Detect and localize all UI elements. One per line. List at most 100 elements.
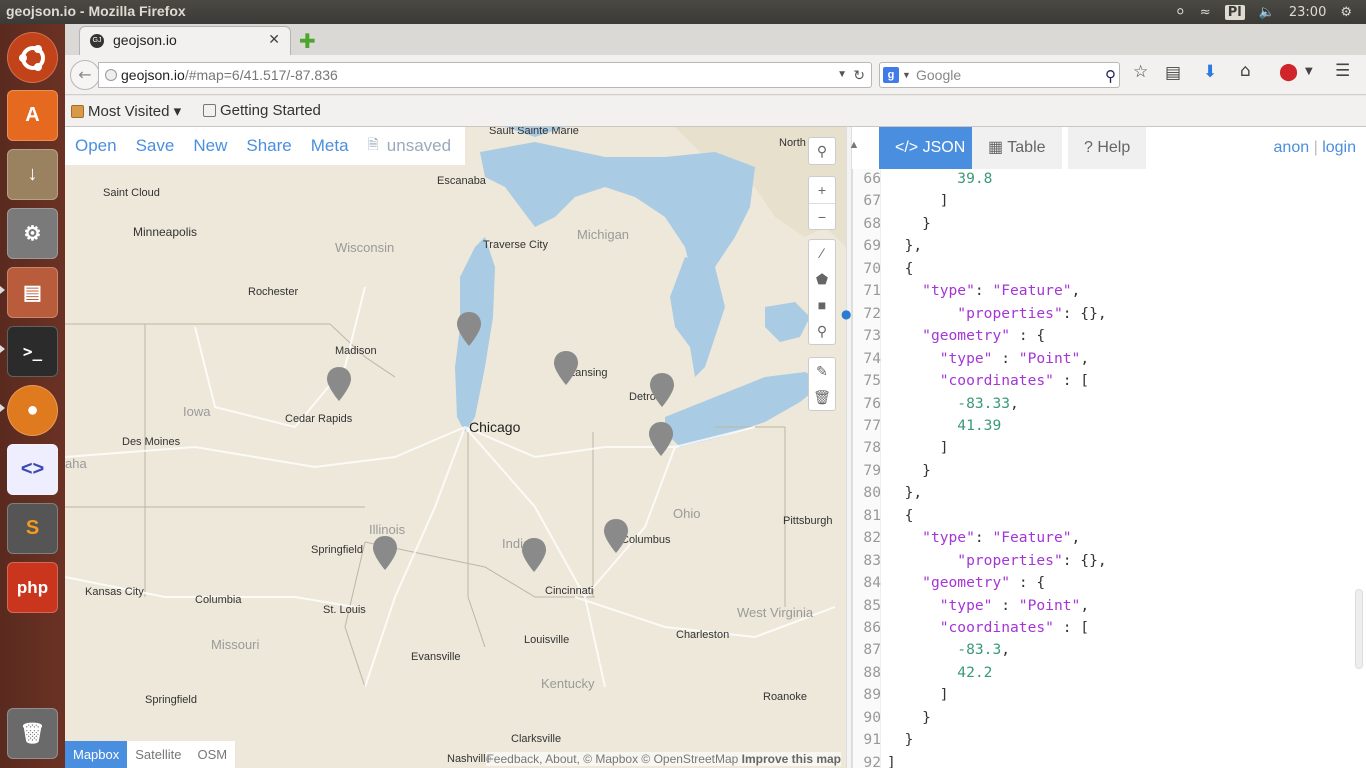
share-button[interactable]: Share <box>246 136 291 156</box>
map-marker-pin[interactable] <box>456 312 482 348</box>
scrollbar-thumb[interactable] <box>1355 589 1363 669</box>
search-placeholder: Google <box>916 67 962 83</box>
bookmark-getting-started[interactable]: Getting Started <box>203 102 321 119</box>
region-label: Ohio <box>673 506 701 521</box>
line-number: 81 <box>863 506 881 524</box>
search-icon[interactable]: ⚲ <box>809 138 835 164</box>
city-label: Evansville <box>411 651 461 663</box>
splitter-handle[interactable]: ● <box>841 307 851 321</box>
firefox-icon[interactable]: ● <box>7 385 58 436</box>
draw-marker-icon[interactable]: ⚲ <box>809 318 835 344</box>
code-line: "type" : "Point", <box>939 596 1090 614</box>
new-tab-button[interactable]: ✚ <box>299 29 316 53</box>
zoom-in-button[interactable]: + <box>809 177 835 203</box>
ubuntu-dash-icon[interactable] <box>7 32 58 83</box>
code-editor-icon[interactable]: <> <box>7 444 58 495</box>
engine-dropdown-icon[interactable]: ▼ <box>902 63 911 87</box>
map-marker-pin[interactable] <box>553 351 579 387</box>
line-number-gutter: 66 67 68 69 70 71 72 73 74 75 76 77 78 79 80 81 82 83 84 85… <box>853 169 881 768</box>
draw-polygon-icon[interactable]: ⬟ <box>809 266 835 292</box>
adblock-icon[interactable]: ⬤ <box>1279 62 1298 82</box>
url-history-dropdown-icon[interactable]: ▼ <box>837 63 847 87</box>
trash-icon[interactable]: 🗑 <box>7 708 58 759</box>
unity-launcher: A ↓ ⚙ ▤ >_ ● <> S php 🗑 <box>0 24 65 768</box>
terminal-icon[interactable]: >_ <box>7 326 58 377</box>
bulb-icon[interactable]: ⚪ <box>1175 5 1186 20</box>
line-number: 71 <box>863 282 881 300</box>
line-number: 66 <box>863 170 881 187</box>
gear-icon[interactable]: ⚙ <box>1340 5 1352 20</box>
downloads-icon[interactable]: ⬇ <box>1203 62 1217 82</box>
layer-satellite[interactable]: Satellite <box>127 741 190 768</box>
meta-button[interactable]: Meta <box>311 136 349 156</box>
url-domain: geojson.io <box>121 67 185 83</box>
map-marker-pin[interactable] <box>603 519 629 555</box>
navigation-toolbar: ← geojson.io/#map=6/41.517/-87.836 ▼ ↻ g… <box>65 55 1366 95</box>
zoom-out-button[interactable]: − <box>809 203 835 229</box>
improve-map-link[interactable]: Improve this map <box>742 752 841 766</box>
line-number: 75 <box>863 372 881 390</box>
search-box[interactable]: g ▼ Google ⚲ <box>879 62 1120 88</box>
tab-geojson[interactable]: GJ geojson.io ✕ <box>79 26 291 55</box>
archive-manager-icon[interactable]: ↓ <box>7 149 58 200</box>
volume-icon[interactable]: 🔈 <box>1259 5 1275 20</box>
system-settings-icon[interactable]: ⚙ <box>7 208 58 259</box>
bookmark-star-icon[interactable]: ☆ <box>1133 62 1148 82</box>
line-number: 69 <box>863 237 881 255</box>
map-marker-pin[interactable] <box>649 373 675 409</box>
tab-json[interactable]: </> JSON <box>879 127 982 169</box>
region-label: Wisconsin <box>335 240 395 255</box>
wifi-icon[interactable]: ≈ <box>1200 5 1211 20</box>
software-center-icon[interactable]: A <box>7 90 58 141</box>
edit-layers-icon[interactable]: ✎ <box>809 358 835 384</box>
line-number: 73 <box>863 327 881 345</box>
map-marker-pin[interactable] <box>648 422 674 458</box>
draw-line-icon[interactable]: ∕ <box>809 240 835 266</box>
code-line: -83.3, <box>957 641 1011 659</box>
sublime-text-icon[interactable]: S <box>7 503 58 554</box>
reload-icon[interactable]: ↻ <box>853 63 865 87</box>
reading-list-icon[interactable]: ▤ <box>1165 63 1181 83</box>
back-button[interactable]: ← <box>70 60 100 90</box>
adblock-dropdown-icon[interactable]: ▼ <box>1305 66 1313 77</box>
clock[interactable]: 23:00 <box>1289 5 1326 20</box>
login-link[interactable]: login <box>1322 139 1356 156</box>
anon-link[interactable]: anon <box>1274 139 1310 156</box>
attribution-text[interactable]: Feedback, About, © Mapbox © OpenStreetMa… <box>486 752 738 766</box>
new-button[interactable]: New <box>193 136 227 156</box>
keyboard-layout-indicator[interactable]: Pl <box>1224 4 1245 20</box>
code-line: "type": "Feature", <box>922 529 1081 547</box>
files-icon[interactable]: ▤ <box>7 267 58 318</box>
code-line: } <box>887 461 931 479</box>
help-icon: ? <box>1084 139 1098 156</box>
layer-mapbox[interactable]: Mapbox <box>65 741 128 768</box>
url-bar[interactable]: geojson.io/#map=6/41.517/-87.836 ▼ ↻ <box>98 62 872 88</box>
region-label: Illinois <box>369 522 406 537</box>
collapse-arrow-icon[interactable]: ▲ <box>844 139 864 151</box>
city-label: Sault Sainte Marie <box>489 127 579 137</box>
search-icon[interactable]: ⚲ <box>1105 65 1116 89</box>
json-code-editor[interactable]: 66 67 68 69 70 71 72 73 74 75 76 77 78 79 80 81 82 83 84 85… <box>852 169 1366 768</box>
line-number: 79 <box>863 461 881 479</box>
map-marker-pin[interactable] <box>521 538 547 574</box>
close-tab-icon[interactable]: ✕ <box>268 31 280 48</box>
php-icon[interactable]: php <box>7 562 58 613</box>
draw-rectangle-icon[interactable]: ■ <box>809 292 835 318</box>
map-view[interactable]: Sault Sainte Marie Escanaba Saint Cloud … <box>65 127 846 768</box>
running-indicator <box>0 286 5 294</box>
open-button[interactable]: Open <box>75 136 117 156</box>
editor-scrollbar[interactable] <box>1354 169 1364 768</box>
save-button[interactable]: Save <box>136 136 175 156</box>
home-icon[interactable]: ⌂ <box>1240 61 1251 81</box>
bookmark-most-visited[interactable]: Most Visited ▾ <box>71 102 181 120</box>
menu-icon[interactable]: ☰ <box>1335 61 1350 81</box>
layer-osm[interactable]: OSM <box>189 741 236 768</box>
code-line: "coordinates" : [ <box>939 619 1090 636</box>
tab-table[interactable]: ▦ Table <box>972 127 1062 169</box>
delete-layers-icon[interactable]: 🗑 <box>809 384 835 410</box>
tab-help[interactable]: ? Help <box>1068 127 1147 169</box>
city-label: Rochester <box>248 286 299 298</box>
map-marker-pin[interactable] <box>372 536 398 572</box>
google-engine-icon[interactable]: g <box>883 67 899 83</box>
map-marker-pin[interactable] <box>326 367 352 403</box>
